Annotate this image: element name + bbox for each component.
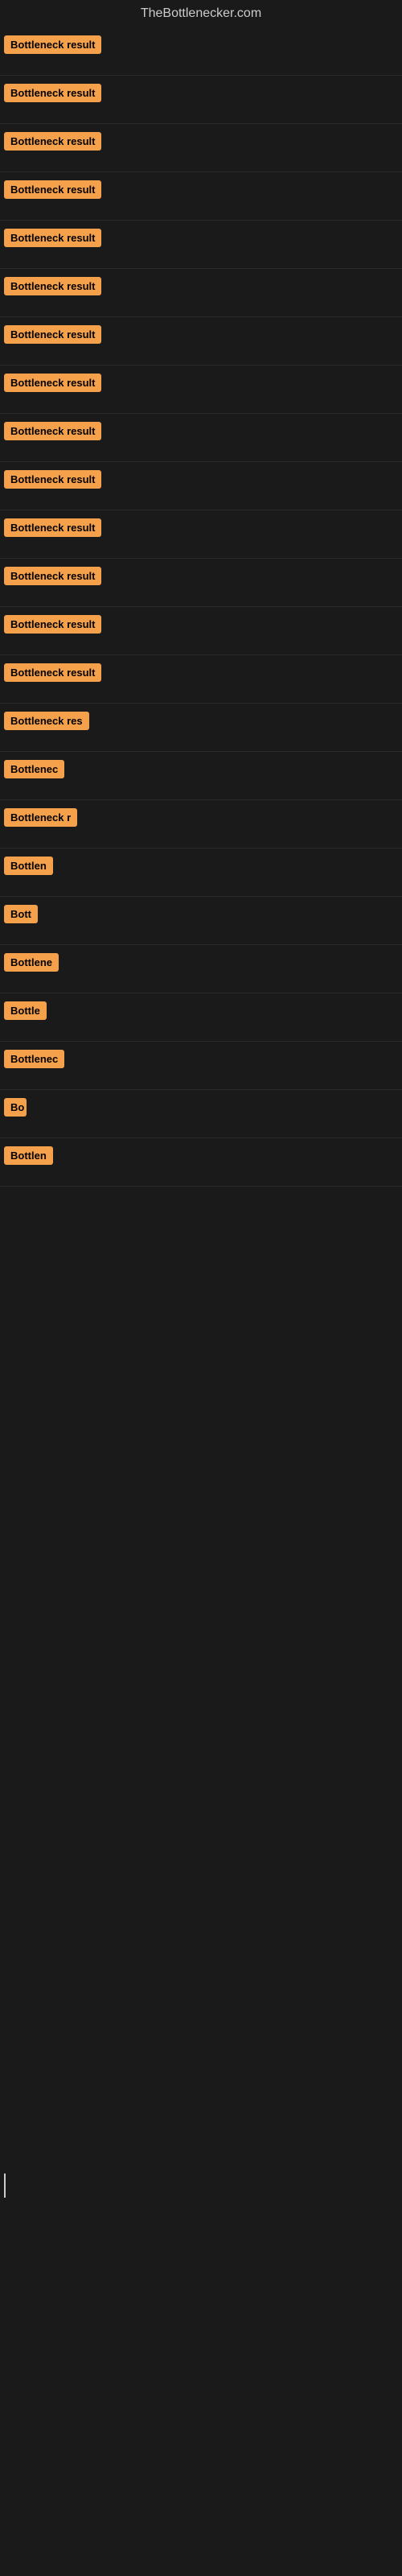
bottleneck-badge: Bottleneck result (4, 567, 101, 585)
bottleneck-row: Bott (0, 897, 402, 945)
bottleneck-badge: Bottleneck result (4, 35, 101, 54)
bottleneck-row: Bottleneck result (0, 124, 402, 172)
bottleneck-badge: Bottleneck result (4, 84, 101, 102)
bottleneck-badge: Bottlenec (4, 1050, 64, 1068)
bottleneck-badge: Bottleneck result (4, 132, 101, 151)
bottleneck-row: Bottleneck result (0, 414, 402, 462)
bottleneck-badge: Bottleneck result (4, 229, 101, 247)
bottleneck-row: Bottleneck result (0, 510, 402, 559)
bottleneck-badge: Bottleneck result (4, 518, 101, 537)
bottleneck-row: Bottleneck r (0, 800, 402, 848)
bottleneck-badge: Bottlen (4, 857, 53, 875)
bottleneck-row: Bottleneck result (0, 655, 402, 704)
bottleneck-row: Bottleneck result (0, 27, 402, 76)
bottleneck-badge: Bottleneck res (4, 712, 89, 730)
bottleneck-row: Bottlenec (0, 752, 402, 800)
bottleneck-row: Bottlene (0, 945, 402, 993)
bottleneck-row: Bottleneck result (0, 365, 402, 414)
bottleneck-row: Bottleneck result (0, 462, 402, 510)
bottleneck-badge: Bottle (4, 1001, 47, 1020)
bottleneck-badge: Bo (4, 1098, 27, 1117)
bottleneck-badge: Bottleneck result (4, 325, 101, 344)
bottleneck-badge: Bottleneck result (4, 180, 101, 199)
bottleneck-row: Bottle (0, 993, 402, 1042)
bottleneck-badge: Bottleneck r (4, 808, 77, 827)
bottleneck-row: Bottleneck result (0, 172, 402, 221)
cursor-line (4, 2174, 6, 2198)
bottleneck-row: Bottlenec (0, 1042, 402, 1090)
bottleneck-badge: Bottlen (4, 1146, 53, 1165)
bottleneck-row: Bottleneck result (0, 221, 402, 269)
bottleneck-row: Bottleneck res (0, 704, 402, 752)
bottleneck-badge: Bottleneck result (4, 374, 101, 392)
bottleneck-row: Bottleneck result (0, 76, 402, 124)
bottleneck-badge: Bottleneck result (4, 422, 101, 440)
bottleneck-row: Bottleneck result (0, 317, 402, 365)
site-title-bar: TheBottlenecker.com (0, 0, 402, 27)
bottleneck-badge: Bottlene (4, 953, 59, 972)
bottleneck-badge: Bottleneck result (4, 470, 101, 489)
bottleneck-row: Bo (0, 1090, 402, 1138)
bottleneck-row: Bottlen (0, 1138, 402, 1187)
bottleneck-row: Bottleneck result (0, 607, 402, 655)
bottleneck-row: Bottleneck result (0, 269, 402, 317)
bottleneck-row: Bottlen (0, 848, 402, 897)
bottleneck-row: Bottleneck result (0, 559, 402, 607)
bottleneck-badge: Bottleneck result (4, 615, 101, 634)
bottleneck-badge: Bott (4, 905, 38, 923)
bottleneck-badge: Bottleneck result (4, 277, 101, 295)
bottleneck-badge: Bottleneck result (4, 663, 101, 682)
rows-container: Bottleneck result Bottleneck result Bottle… (0, 27, 402, 1187)
site-title: TheBottlenecker.com (0, 0, 402, 27)
bottleneck-badge: Bottlenec (4, 760, 64, 778)
